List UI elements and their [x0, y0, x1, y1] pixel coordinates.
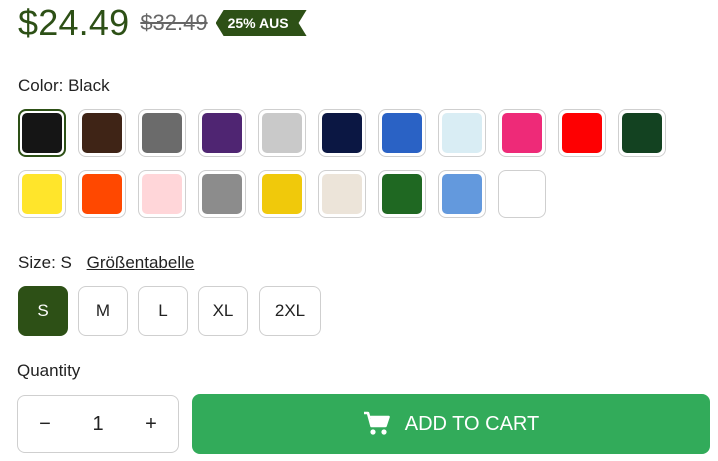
color-swatch-royal-blue[interactable]: [378, 109, 426, 157]
quantity-label: Quantity: [17, 361, 81, 380]
quantity-increase-button[interactable]: +: [124, 396, 178, 452]
color-swatch-pink[interactable]: [498, 109, 546, 157]
price-row: $24.49 $32.49 25% AUS: [18, 2, 307, 44]
swatch-color-fill: [382, 174, 422, 214]
swatch-color-fill: [502, 174, 542, 214]
quantity-stepper: − 1 +: [17, 395, 179, 453]
color-label: Color: Black: [18, 76, 110, 95]
color-swatch-forest-green[interactable]: [618, 109, 666, 157]
swatch-color-fill: [202, 174, 242, 214]
swatch-color-fill: [202, 113, 242, 153]
discount-badge: 25% AUS: [216, 10, 307, 36]
swatch-color-fill: [322, 113, 362, 153]
size-option-s[interactable]: S: [18, 286, 68, 336]
quantity-decrease-button[interactable]: −: [18, 396, 72, 452]
size-option-l[interactable]: L: [138, 286, 188, 336]
cart-icon: [363, 411, 390, 435]
swatch-color-fill: [442, 113, 482, 153]
swatch-color-fill: [262, 174, 302, 214]
add-to-cart-label: ADD TO CART: [404, 412, 540, 435]
swatch-color-fill: [562, 113, 602, 153]
size-option-2xl[interactable]: 2XL: [259, 286, 321, 336]
swatch-color-fill: [322, 174, 362, 214]
color-swatch-grey[interactable]: [198, 170, 246, 218]
color-swatch-light-grey[interactable]: [258, 109, 306, 157]
original-price: $32.49: [140, 10, 208, 35]
color-swatch-white[interactable]: [498, 170, 546, 218]
size-option-m[interactable]: M: [78, 286, 128, 336]
color-swatch-brown[interactable]: [78, 109, 126, 157]
swatch-color-fill: [262, 113, 302, 153]
size-label: Size: S: [18, 253, 72, 272]
color-swatch-yellow[interactable]: [18, 170, 66, 218]
swatch-color-fill: [82, 113, 122, 153]
quantity-value[interactable]: 1: [72, 413, 124, 436]
swatch-color-fill: [442, 174, 482, 214]
current-price: $24.49: [18, 2, 130, 43]
size-chart-link[interactable]: Größentabelle: [87, 253, 195, 272]
color-swatch-light-blue[interactable]: [438, 109, 486, 157]
color-swatch-red[interactable]: [558, 109, 606, 157]
color-swatch-cream[interactable]: [318, 170, 366, 218]
swatch-color-fill: [622, 113, 662, 153]
color-swatch-purple[interactable]: [198, 109, 246, 157]
swatch-color-fill: [502, 113, 542, 153]
color-swatch-sky-blue[interactable]: [438, 170, 486, 218]
swatch-color-fill: [22, 113, 62, 153]
color-swatch-black[interactable]: [18, 109, 66, 157]
color-swatch-green[interactable]: [378, 170, 426, 218]
size-label-row: Size: S Größentabelle: [18, 253, 194, 273]
color-swatch-gold[interactable]: [258, 170, 306, 218]
color-swatch-light-pink[interactable]: [138, 170, 186, 218]
color-swatch-orange[interactable]: [78, 170, 126, 218]
size-option-xl[interactable]: XL: [198, 286, 248, 336]
swatch-color-fill: [142, 174, 182, 214]
swatch-color-fill: [82, 174, 122, 214]
color-swatch-navy[interactable]: [318, 109, 366, 157]
swatch-color-fill: [382, 113, 422, 153]
swatch-color-fill: [22, 174, 62, 214]
add-to-cart-button[interactable]: ADD TO CART: [192, 394, 710, 454]
color-swatch-charcoal[interactable]: [138, 109, 186, 157]
swatch-color-fill: [142, 113, 182, 153]
